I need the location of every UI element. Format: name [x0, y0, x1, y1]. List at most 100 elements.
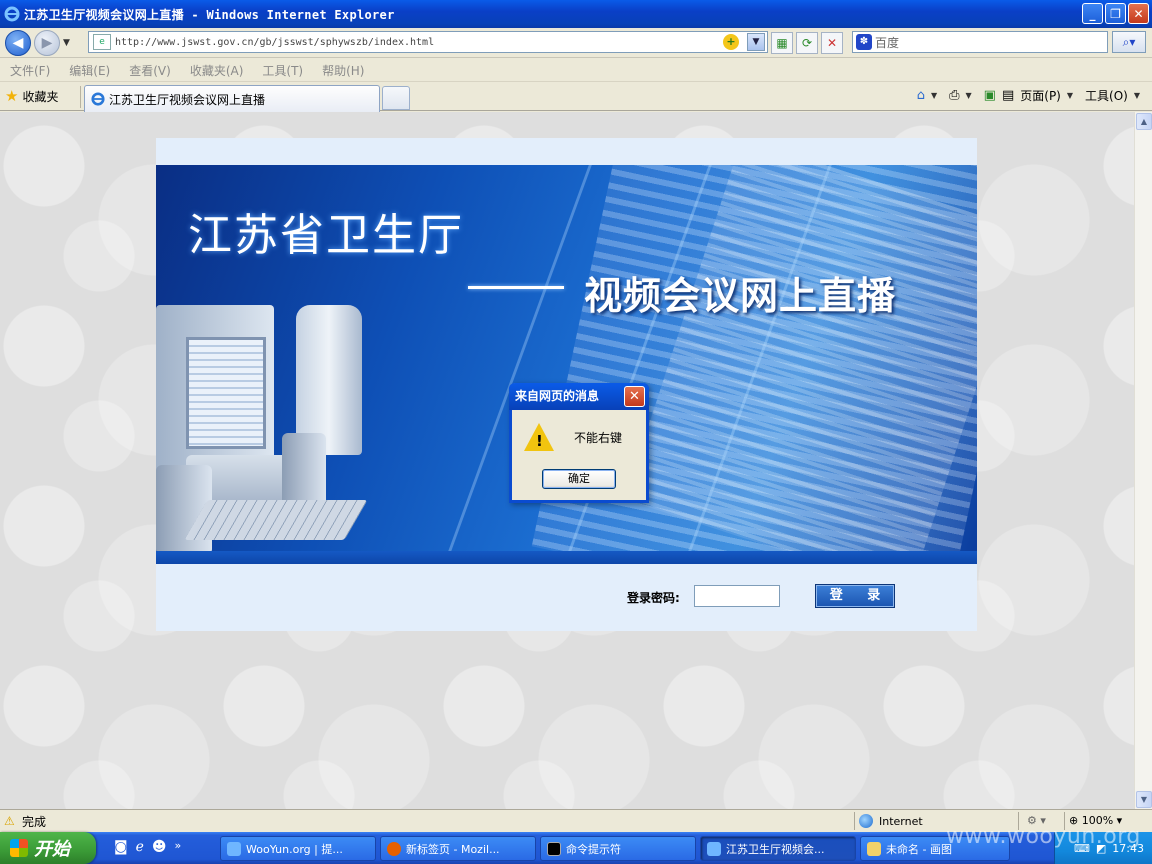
- compatibility-view-icon: ▦: [776, 36, 788, 50]
- menu-tools[interactable]: 工具(T): [262, 62, 303, 79]
- taskbar-item-label: 江苏卫生厅视频会...: [726, 842, 825, 856]
- tools-menu-dropdown[interactable]: ▼: [1134, 91, 1140, 100]
- taskbar-item-wooyun[interactable]: WooYun.org | 提...: [220, 836, 376, 861]
- warning-icon: ⚠: [4, 814, 15, 828]
- taskbar-item-paint[interactable]: 未命名 - 画图: [860, 836, 1010, 861]
- page-preview-icon[interactable]: ▤: [1002, 88, 1014, 103]
- page-menu-dropdown[interactable]: ▼: [1067, 91, 1073, 100]
- keyboard-illustration: [184, 500, 368, 540]
- menu-bar: 文件(F) 编辑(E) 查看(V) 收藏夹(A) 工具(T) 帮助(H): [0, 59, 1152, 81]
- protected-mode-icon[interactable]: ⚙ ▾: [1018, 812, 1062, 830]
- taskbar-item-label: 新标签页 - Mozil...: [406, 842, 500, 856]
- quick-launch: ◙ ℯ ☻ »: [114, 839, 181, 855]
- banner-subtitle: 视频会议网上直播: [584, 273, 897, 318]
- print-icon[interactable]: ⎙: [949, 88, 959, 103]
- menu-file[interactable]: 文件(F): [10, 62, 50, 79]
- system-tray: ⌨ ◩ 17:43: [1054, 832, 1152, 864]
- back-button[interactable]: ◀: [5, 29, 31, 56]
- chevron-right-icon[interactable]: »: [175, 839, 182, 855]
- command-prompt-icon: [547, 841, 561, 856]
- clock[interactable]: 17:43: [1112, 842, 1144, 855]
- internet-explorer-icon: [91, 92, 105, 106]
- computer-screen-illustration: [186, 337, 266, 449]
- taskbar: 开始 ◙ ℯ ☻ » WooYun.org | 提... 新标签页 - Mozi…: [0, 832, 1152, 864]
- network-icon[interactable]: ◩: [1096, 842, 1106, 855]
- forward-button[interactable]: ▶: [34, 29, 60, 56]
- menu-view[interactable]: 查看(V): [129, 62, 171, 79]
- favorites-label: 收藏夹: [22, 89, 59, 104]
- separator: [80, 86, 81, 108]
- compatibility-icon[interactable]: +: [723, 34, 739, 50]
- security-zone[interactable]: Internet: [854, 812, 923, 830]
- minimize-button[interactable]: _: [1082, 3, 1103, 24]
- zoom-value: 100%: [1081, 814, 1114, 827]
- paint-icon: [867, 841, 881, 856]
- scroll-down-button[interactable]: ▼: [1136, 791, 1152, 808]
- page-icon: e: [93, 34, 111, 50]
- qq-icon[interactable]: ☻: [152, 839, 167, 855]
- search-input[interactable]: ✽ 百度: [852, 31, 1108, 53]
- taskbar-item-cmd[interactable]: 命令提示符: [540, 836, 696, 861]
- internet-explorer-icon: [227, 841, 241, 856]
- banner-title: 江苏省卫生厅: [188, 210, 464, 261]
- home-icon[interactable]: ⌂: [917, 88, 925, 103]
- dialog-close-button[interactable]: ✕: [624, 386, 645, 407]
- zoom-level[interactable]: ⊕ 100% ▾: [1064, 812, 1122, 830]
- menu-favorites[interactable]: 收藏夹(A): [190, 62, 244, 79]
- start-label: 开始: [34, 839, 70, 860]
- password-label: 登录密码:: [627, 591, 680, 605]
- zoom-icon: ⊕: [1069, 814, 1082, 827]
- close-window-button[interactable]: ✕: [1128, 3, 1149, 24]
- refresh-button[interactable]: ⟳: [796, 32, 818, 54]
- refresh-icon: ⟳: [801, 36, 813, 50]
- favorites-button[interactable]: ★ 收藏夹: [5, 87, 58, 105]
- start-button[interactable]: 开始: [0, 832, 96, 864]
- address-bar[interactable]: e http://www.jswst.gov.cn/gb/jsswst/sphy…: [88, 31, 768, 53]
- tools-menu-button[interactable]: 工具(O): [1085, 87, 1128, 104]
- internet-explorer-icon: [4, 6, 20, 22]
- page-menu-button[interactable]: 页面(P): [1020, 87, 1061, 104]
- address-dropdown-button[interactable]: ▼: [747, 33, 765, 51]
- taskbar-item-firefox[interactable]: 新标签页 - Mozil...: [380, 836, 536, 861]
- show-desktop-icon[interactable]: ◙: [114, 839, 128, 855]
- feeds-icon[interactable]: ▣: [984, 88, 996, 103]
- zoom-dropdown-icon: ▾: [1113, 814, 1123, 827]
- command-bar: ⌂ ▼ ⎙ ▼ ▣ ▤ 页面(P) ▼ 工具(O) ▼: [917, 87, 1146, 104]
- home-dropdown[interactable]: ▼: [931, 91, 937, 100]
- taskbar-item-label: WooYun.org | 提...: [246, 842, 343, 856]
- menu-edit[interactable]: 编辑(E): [69, 62, 110, 79]
- vertical-scrollbar[interactable]: ▲ ▼: [1134, 112, 1152, 809]
- internet-explorer-icon: [707, 841, 721, 856]
- tab-active[interactable]: 江苏卫生厅视频会议网上直播: [84, 85, 380, 112]
- search-button[interactable]: ⌕▾: [1112, 31, 1146, 53]
- dialog-ok-button[interactable]: 确定: [542, 469, 616, 489]
- print-dropdown[interactable]: ▼: [966, 91, 972, 100]
- menu-help[interactable]: 帮助(H): [322, 62, 364, 79]
- scroll-up-button[interactable]: ▲: [1136, 113, 1152, 130]
- new-tab-button[interactable]: [382, 86, 410, 110]
- status-text: 完成: [22, 814, 47, 829]
- keyboard-icon[interactable]: ⌨: [1074, 842, 1090, 855]
- password-field[interactable]: [694, 585, 780, 607]
- banner-bottom-band: [156, 551, 977, 564]
- search-icon: ⌕▾: [1122, 34, 1136, 49]
- internet-explorer-icon[interactable]: ℯ: [136, 839, 144, 855]
- tab-bar: ★ 收藏夹 江苏卫生厅视频会议网上直播 ⌂ ▼ ⎙ ▼ ▣ ▤ 页面(P) ▼ 工具(…: [0, 81, 1152, 112]
- stop-button[interactable]: ✕: [821, 32, 843, 54]
- status-bar: ⚠ 完成 Internet ⚙ ▾ ⊕ 100% ▾: [0, 809, 1152, 832]
- back-arrow-icon: ◀: [12, 34, 24, 51]
- recent-pages-dropdown[interactable]: ▼: [63, 38, 75, 48]
- maximize-button[interactable]: ❐: [1105, 3, 1126, 24]
- window-title-bar: 江苏卫生厅视频会议网上直播 - Windows Internet Explore…: [0, 0, 1152, 28]
- banner-dash: [468, 286, 564, 289]
- login-button[interactable]: 登 录: [815, 584, 895, 608]
- globe-icon: [859, 814, 873, 828]
- taskbar-item-ie-active[interactable]: 江苏卫生厅视频会...: [700, 836, 856, 861]
- star-icon: ★: [5, 87, 19, 105]
- taskbar-item-label: 命令提示符: [566, 842, 621, 856]
- firefox-icon: [387, 841, 401, 856]
- compatibility-view-button[interactable]: ▦: [771, 32, 793, 54]
- address-url[interactable]: http://www.jswst.gov.cn/gb/jsswst/sphyws…: [115, 37, 434, 48]
- forward-arrow-icon: ▶: [41, 34, 53, 51]
- stop-icon: ✕: [826, 36, 838, 50]
